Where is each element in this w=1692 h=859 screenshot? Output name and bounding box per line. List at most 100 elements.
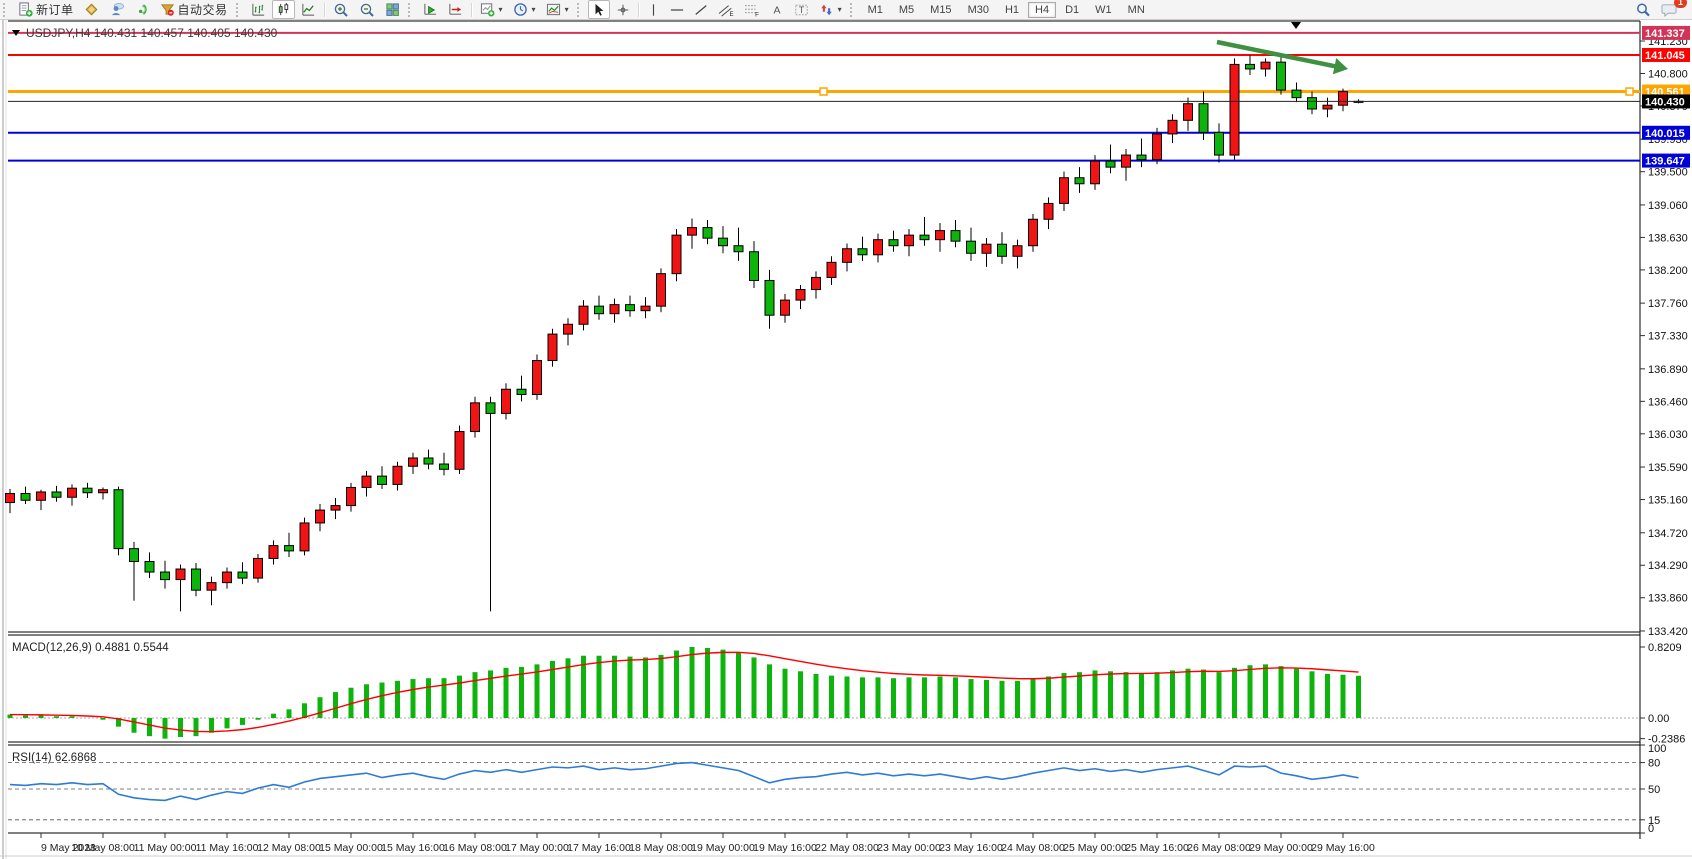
macd-histogram-bar [318, 697, 323, 718]
macd-axis-label: 0.8209 [1648, 642, 1682, 654]
clock-icon [513, 2, 528, 17]
macd-histogram-bar [643, 657, 648, 718]
timeframe-button-m30[interactable]: M30 [961, 2, 996, 18]
horizontal-line-button[interactable] [666, 0, 688, 19]
rsi-axis-label: 100 [1648, 743, 1666, 755]
text-button[interactable]: A [766, 0, 788, 19]
vertical-line-button[interactable] [643, 0, 664, 19]
text-label-button[interactable]: T [790, 0, 813, 19]
macd-histogram-bar [209, 718, 214, 733]
auto-trading-button[interactable]: 自动交易 [156, 0, 232, 19]
time-axis-label: 24 May 08:00 [1001, 842, 1065, 854]
chart-area[interactable]: 141.230140.800140.370139.930139.500139.0… [0, 0, 1692, 859]
time-axis-label: 10 May 08:00 [71, 842, 135, 854]
search-button[interactable] [1631, 0, 1655, 19]
timeframe-button-d1[interactable]: D1 [1058, 2, 1086, 18]
macd-histogram-bar [922, 677, 927, 718]
timeframe-button-m5[interactable]: M5 [892, 2, 921, 18]
bar-chart-button[interactable] [247, 0, 270, 19]
price-axis-label: 135.590 [1648, 462, 1688, 474]
timeframe-button-h4[interactable]: H4 [1028, 2, 1056, 18]
macd-histogram-bar [705, 648, 710, 718]
line-chart-icon [301, 2, 316, 17]
macd-histogram-bar [1093, 670, 1098, 718]
fibonacci-button[interactable]: F [740, 0, 764, 19]
macd-histogram-bar [891, 678, 896, 718]
signals-button[interactable] [131, 0, 154, 19]
timeframe-button-m1[interactable]: M1 [861, 2, 890, 18]
trendline-button[interactable] [690, 0, 712, 19]
macd-histogram-bar [690, 647, 695, 718]
arrows-button[interactable]: ▾ [815, 0, 846, 19]
toolbar-grip[interactable] [577, 3, 584, 17]
macd-histogram-bar [969, 679, 974, 718]
line-drag-handle[interactable] [820, 88, 827, 95]
price-badge-140.015-text: 140.015 [1645, 128, 1685, 140]
market-button[interactable] [80, 0, 103, 19]
toolbar-grip[interactable] [3, 3, 10, 17]
crosshair-button[interactable] [612, 0, 634, 19]
macd-histogram-bar [1232, 668, 1237, 718]
periods-button[interactable]: ▾ [509, 0, 540, 19]
tile-windows-button[interactable] [381, 0, 404, 19]
zoom-out-button[interactable] [355, 0, 379, 19]
macd-histogram-bar [1186, 669, 1191, 718]
crosshair-icon [616, 3, 630, 17]
macd-histogram-bar [1201, 670, 1206, 718]
price-axis-label: 134.720 [1648, 528, 1688, 540]
candlestick-chart-button[interactable] [272, 0, 295, 19]
community-button[interactable] [105, 0, 129, 19]
zoom-in-button[interactable] [329, 0, 353, 19]
macd-histogram-bar [473, 672, 478, 718]
timeframe-button-w1[interactable]: W1 [1088, 2, 1119, 18]
cursor-button[interactable] [588, 0, 610, 19]
macd-histogram-bar [597, 656, 602, 718]
macd-histogram-bar [1077, 672, 1082, 718]
macd-histogram-bar [783, 669, 788, 718]
price-axis-label: 136.890 [1648, 364, 1688, 376]
candlestick-chart-icon [276, 2, 291, 17]
tile-windows-icon [385, 2, 400, 17]
macd-histogram-bar [287, 709, 292, 718]
dropdown-caret: ▾ [499, 5, 503, 14]
time-axis-label: 15 May 16:00 [381, 842, 445, 854]
svg-text:T: T [798, 5, 804, 15]
macd-histogram-bar [814, 674, 819, 718]
candle [114, 487, 123, 556]
price-axis-label: 133.420 [1648, 626, 1688, 638]
dropdown-caret: ▾ [532, 5, 536, 14]
line-drag-handle[interactable] [1626, 88, 1633, 95]
toolbar-grip[interactable] [236, 3, 243, 17]
equidistant-channel-button[interactable]: E [714, 0, 738, 19]
price-axis-label: 138.200 [1648, 265, 1688, 277]
new-chart-button[interactable]: ▾ [476, 0, 507, 19]
arrow-objects-icon [819, 3, 834, 17]
toolbar-grip[interactable] [850, 3, 857, 17]
line-chart-button[interactable] [297, 0, 320, 19]
macd-histogram-bar [333, 692, 338, 718]
templates-button[interactable]: ▾ [542, 0, 573, 19]
chart-shift-button[interactable] [444, 0, 467, 19]
time-axis-label: 16 May 08:00 [443, 842, 507, 854]
new-chart-icon [480, 2, 495, 17]
dropdown-caret: ▾ [565, 5, 569, 14]
toolbar-grip[interactable] [408, 3, 415, 17]
candle [533, 354, 542, 399]
notifications-button[interactable]: 1 [1657, 0, 1682, 19]
price-axis-label: 138.630 [1648, 232, 1688, 244]
timeframe-button-h1[interactable]: H1 [998, 2, 1026, 18]
macd-histogram-bar [938, 676, 943, 718]
candle [1029, 214, 1038, 252]
new-order-button[interactable]: 新订单 [14, 0, 78, 19]
price-axis-label: 137.760 [1648, 298, 1688, 310]
macd-histogram-bar [101, 718, 106, 720]
macd-histogram-bar [411, 679, 416, 718]
dropdown-caret: ▾ [838, 5, 842, 14]
timeframe-button-m15[interactable]: M15 [923, 2, 958, 18]
timeframe-button-mn[interactable]: MN [1121, 2, 1152, 18]
new-order-label: 新订单 [36, 1, 74, 18]
rsi-label: RSI(14) 62.6868 [12, 752, 96, 764]
price-axis-label: 134.290 [1648, 560, 1688, 572]
time-axis-label: 23 May 00:00 [877, 842, 941, 854]
auto-scroll-button[interactable] [419, 0, 442, 19]
